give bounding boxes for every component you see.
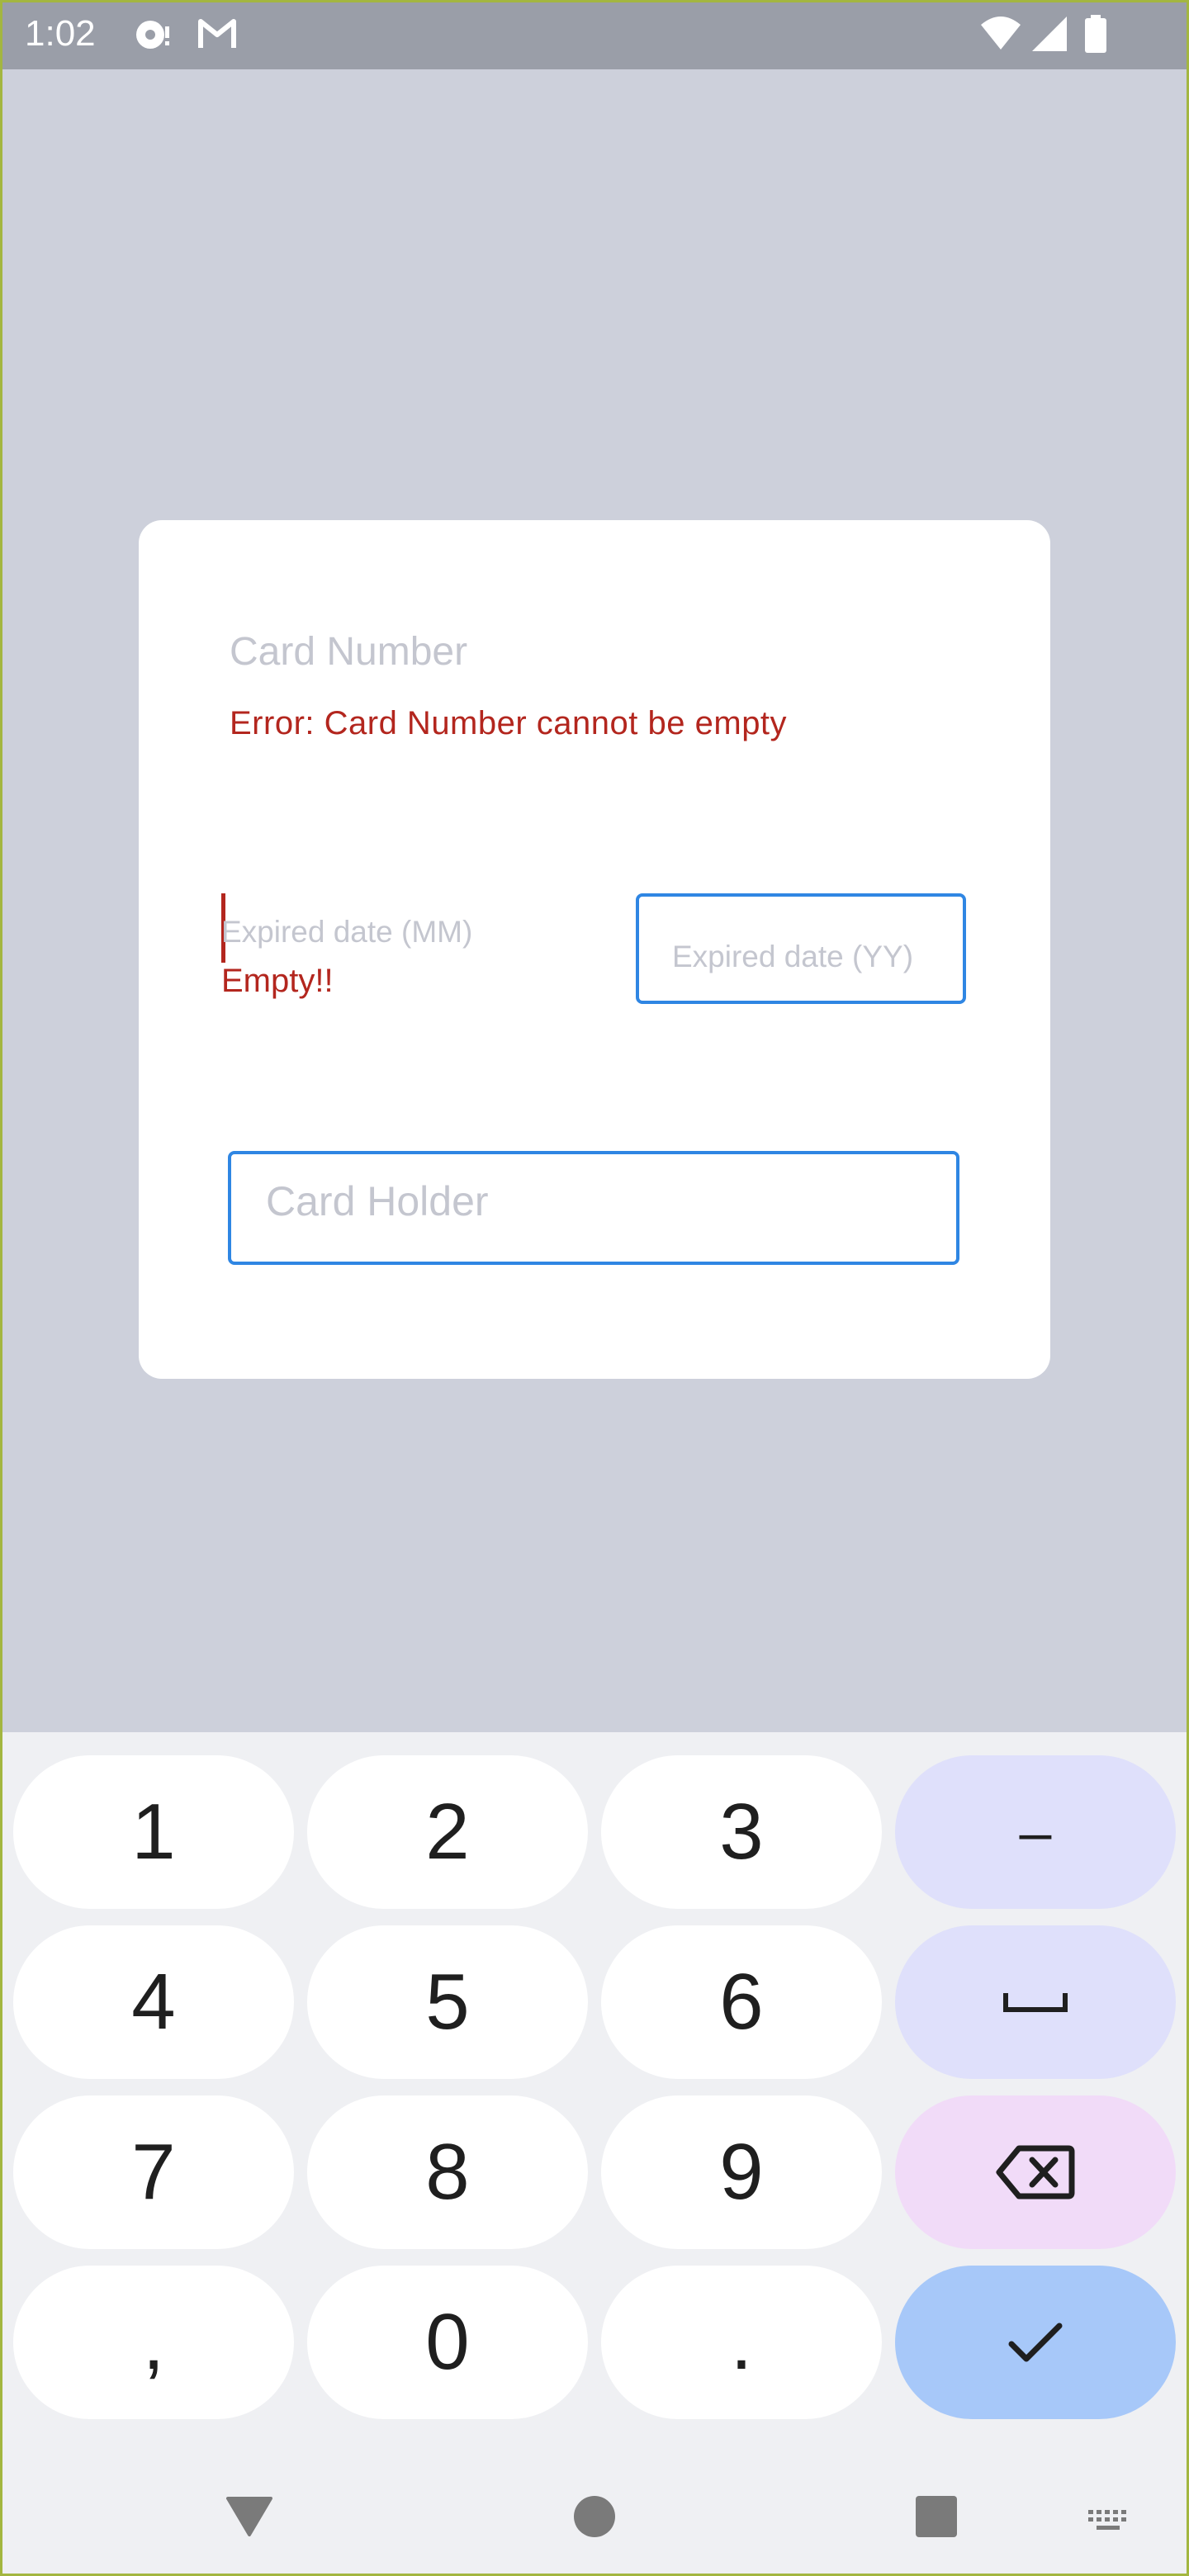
key-5[interactable]: 5 [307,1925,588,2079]
keyboard-switch-icon[interactable] [1087,2508,1131,2536]
card-number-error: Error: Card Number cannot be empty [230,705,788,741]
exp-month-error: Empty!! [221,963,334,999]
space-bar-icon [1003,1993,1068,2012]
wifi-icon [981,17,1021,50]
checkmark-icon [1008,2323,1063,2362]
exp-month-input[interactable]: Expired date (MM) Empty!! [221,893,568,1009]
record-icon [136,21,169,49]
key-9[interactable]: 9 [601,2095,882,2249]
key-3[interactable]: 3 [601,1755,882,1909]
key-comma[interactable]: , [13,2266,294,2419]
card-holder-input[interactable]: Card Holder [228,1151,959,1265]
key-backspace[interactable] [895,2095,1176,2249]
numeric-keyboard: 1 2 3 – 4 5 6 7 8 9 , 0 . [0,1732,1189,2576]
key-2[interactable]: 2 [307,1755,588,1909]
key-4[interactable]: 4 [13,1925,294,2079]
key-enter[interactable] [895,2266,1176,2419]
key-8[interactable]: 8 [307,2095,588,2249]
key-7[interactable]: 7 [13,2095,294,2249]
battery-icon [1085,15,1106,53]
gmail-icon [198,19,236,48]
key-0[interactable]: 0 [307,2266,588,2419]
home-icon[interactable] [573,2495,616,2538]
status-bar: 1:02 [0,0,1189,69]
status-time: 1:02 [25,13,96,54]
card-number-input[interactable]: Card Number [230,629,467,675]
back-icon[interactable] [225,2495,274,2538]
card-holder-placeholder: Card Holder [266,1178,489,1224]
backspace-icon [996,2145,1075,2200]
card-form-dialog: Card Number Error: Card Number cannot be… [139,520,1050,1379]
exp-month-placeholder: Expired date (MM) [221,915,473,949]
recents-icon[interactable] [915,2495,958,2538]
key-period[interactable]: . [601,2266,882,2419]
exp-year-input[interactable]: Expired date (YY) [636,893,966,1004]
signal-icon [1032,17,1067,51]
key-6[interactable]: 6 [601,1925,882,2079]
exp-year-placeholder: Expired date (YY) [672,940,914,973]
key-dash[interactable]: – [895,1755,1176,1909]
key-1[interactable]: 1 [13,1755,294,1909]
key-space[interactable] [895,1925,1176,2079]
